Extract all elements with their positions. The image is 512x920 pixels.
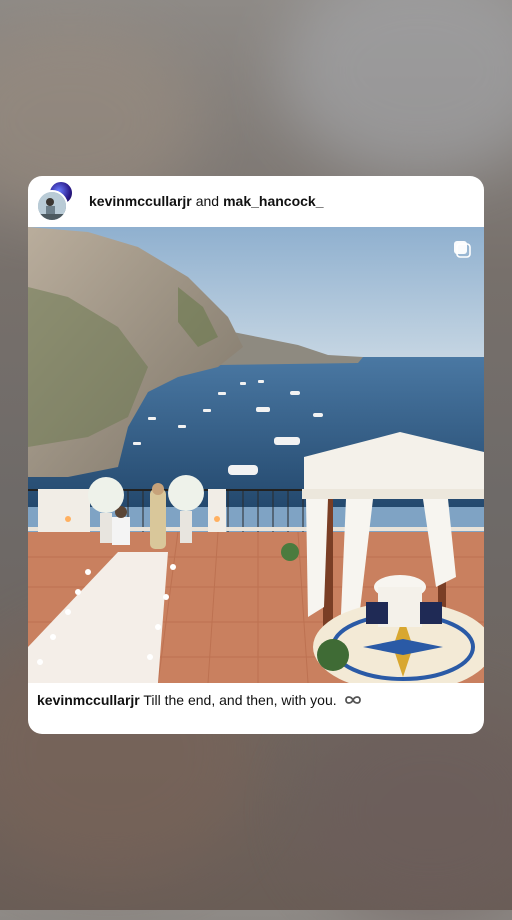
post-header: kevinmccullarjr and mak_hancock_	[28, 176, 484, 228]
infinity-icon	[343, 684, 363, 718]
coauthor-username[interactable]: mak_hancock_	[223, 193, 323, 209]
caption-text: Till the end, and then, with you.	[143, 692, 337, 708]
post-photo[interactable]	[28, 227, 484, 683]
post-caption: kevinmccullarjr Till the end, and then, …	[37, 683, 477, 733]
author-username[interactable]: kevinmccullarjr	[89, 193, 192, 209]
authors-conjunction: and	[195, 193, 220, 209]
shared-post-card[interactable]: kevinmccullarjr and mak_hancock_ kevinmc…	[28, 176, 484, 734]
collab-avatars[interactable]	[36, 180, 76, 222]
caption-username[interactable]: kevinmccullarjr	[37, 692, 140, 708]
carousel-indicator-icon	[452, 239, 472, 259]
post-authors: kevinmccullarjr and mak_hancock_	[89, 176, 324, 228]
avatar	[36, 190, 68, 222]
